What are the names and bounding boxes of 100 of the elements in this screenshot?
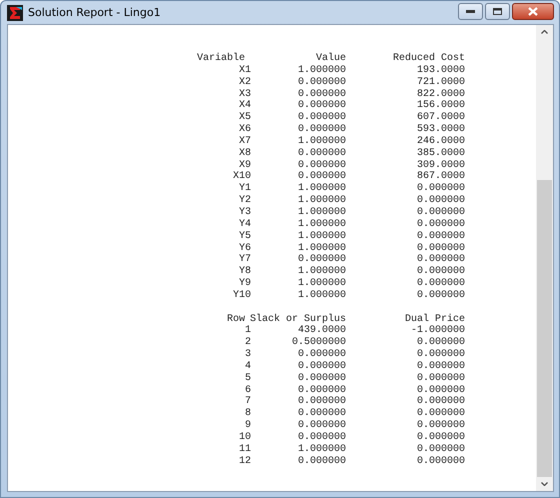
table-cell-text: 0.000000: [416, 266, 465, 278]
table-cell-text: Y8: [238, 266, 251, 278]
table-cell-text: 0.000000: [296, 254, 346, 266]
table-cell-text: 0.000000: [296, 360, 346, 373]
table-cell-text: Y2: [238, 195, 251, 207]
close-button[interactable]: [512, 3, 554, 20]
table-cell-text: 309.0000: [416, 160, 465, 171]
table-cell-text: 439.0000: [296, 325, 346, 337]
scroll-up-icon[interactable]: [541, 30, 548, 34]
table-cell-text: 0.5000000: [290, 337, 346, 350]
sigma-icon: [7, 4, 23, 20]
table-cell-text: 0.000000: [416, 372, 465, 385]
table-cell-text: 0.000000: [416, 218, 465, 231]
table-cell-text: 0.000000: [416, 254, 465, 266]
table-cell-text: 1.000000: [296, 266, 346, 278]
table-cell-text: X7: [238, 136, 251, 148]
table-cell-text: 12: [238, 456, 251, 468]
scrollbar-thumb[interactable]: [537, 180, 552, 477]
table-cell-text: 0.000000: [416, 420, 465, 432]
maximize-button[interactable]: [485, 3, 510, 20]
table-cell-text: 0.000000: [296, 112, 346, 124]
table-cell-text: X2: [238, 76, 251, 89]
table-cell-text: 0.000000: [296, 456, 346, 468]
column-header: Variable: [196, 53, 245, 65]
table-cell-text: 1.000000: [296, 195, 346, 207]
close-icon: [528, 7, 538, 16]
table-cell-text: 1.000000: [296, 136, 346, 148]
table-cell-text: X4: [238, 100, 251, 112]
table-cell-text: 246.0000: [416, 136, 465, 148]
column-header: Row: [226, 314, 245, 326]
table-cell-text: 0.000000: [416, 349, 465, 361]
table-cell-text: 822.0000: [416, 88, 465, 100]
window-title: Solution Report - Lingo1: [28, 6, 162, 19]
table-cell-text: 3: [244, 349, 251, 361]
minimize-icon: [466, 10, 475, 13]
table-cell-text: 156.0000: [416, 100, 465, 112]
table-cell-text: 0.000000: [416, 396, 465, 408]
table-cell-text: 9: [244, 420, 251, 432]
table-cell-text: X1: [238, 64, 251, 77]
table-cell-text: 0.000000: [296, 384, 346, 396]
table-cell-text: 1.000000: [296, 242, 346, 254]
table-cell-text: 0.000000: [296, 160, 346, 172]
table-cell-text: 1: [244, 325, 251, 337]
table-cell-text: Y4: [238, 218, 251, 231]
table-cell-text: 0.000000: [296, 420, 346, 432]
table-cell-text: X6: [238, 124, 251, 136]
scrollbar[interactable]: [536, 25, 553, 491]
scroll-down-icon[interactable]: [541, 482, 548, 486]
column-header: Reduced Cost: [392, 53, 465, 65]
table-cell-text: Y3: [238, 206, 251, 219]
table-cell-text: Y5: [238, 230, 251, 242]
table-cell-text: 0.000000: [296, 88, 346, 100]
table-cell-text: 0.000000: [296, 372, 346, 385]
table-cell-text: 7: [244, 396, 251, 408]
table-cell-text: 0.000000: [416, 290, 465, 302]
table-cell-text: 0.000000: [416, 432, 465, 444]
table-cell-text: Y10: [232, 290, 251, 302]
table-cell-text: 1.000000: [296, 183, 346, 195]
table-cell-text: Y6: [238, 242, 251, 254]
table-cell-text: 867.0000: [416, 171, 465, 184]
table-cell-text: 593.0000: [416, 124, 465, 136]
restore-icon: [493, 8, 502, 15]
table-cell-text: 1.000000: [296, 64, 346, 77]
table-cell-text: 10: [238, 432, 251, 444]
table-cell-text: 0.000000: [416, 242, 465, 254]
table-cell-text: 0.000000: [416, 278, 465, 290]
table-cell-text: 0.000000: [416, 183, 465, 196]
column-header: Dual Price: [404, 314, 465, 325]
table-cell-text: 0.000000: [296, 349, 346, 361]
table-cell-text: 607.0000: [416, 112, 465, 124]
table-cell-text: Y9: [238, 278, 251, 290]
table-cell-text: 0.000000: [416, 337, 465, 350]
table-cell-text: 1.000000: [296, 218, 346, 231]
table-cell-text: 193.0000: [416, 64, 465, 77]
column-header: Value: [314, 53, 346, 65]
table-cell-text: 0.000000: [296, 408, 346, 420]
table-cell-text: 0.000000: [296, 100, 346, 112]
table-cell-text: X8: [238, 148, 251, 160]
table-cell-text: 0.000000: [416, 444, 465, 456]
table-cell-text: 0.000000: [296, 171, 346, 183]
table-cell-text: 2: [244, 337, 251, 349]
table-cell-text: 0.000000: [296, 432, 346, 444]
table-cell-text: 0.000000: [296, 76, 346, 89]
table-cell-text: 0.000000: [296, 124, 346, 136]
table-cell-text: 1.000000: [296, 206, 346, 219]
table-cell-text: 0.000000: [416, 408, 465, 420]
table-cell-text: 6: [244, 384, 251, 396]
table-cell-text: 0.000000: [296, 396, 346, 408]
table-cell-text: 0.000000: [296, 148, 346, 160]
column-header: Slack or Surplus: [248, 314, 346, 325]
table-cell-text: 0.000000: [416, 195, 465, 207]
table-cell-text: 1.000000: [296, 230, 346, 242]
table-cell-text: Y1: [238, 183, 251, 195]
table-cell-text: 0.000000: [416, 456, 465, 468]
table-cell-text: 0.000000: [416, 360, 465, 373]
table-cell-text: X9: [238, 160, 251, 171]
table-cell-text: X3: [238, 88, 251, 100]
minimize-button[interactable]: [458, 3, 483, 20]
table-cell-text: 5: [244, 372, 251, 385]
table-cell-text: 4: [244, 360, 251, 373]
